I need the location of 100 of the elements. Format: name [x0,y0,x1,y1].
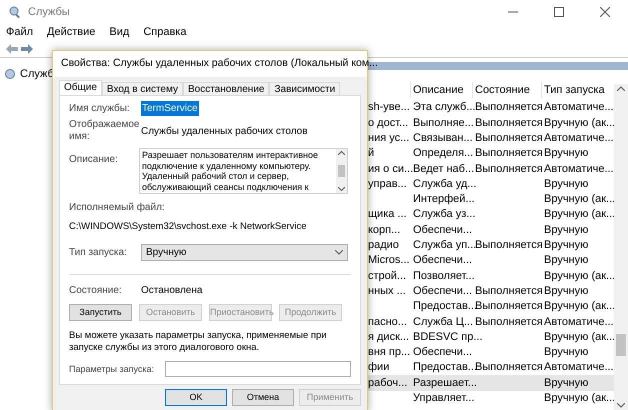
table-cell: BDESVC пр... [413,330,483,343]
menu-item[interactable]: Файл [6,24,34,40]
table-cell: Обеспечи... [413,284,472,297]
table-cell: Выполняется [475,147,543,160]
scroll-thumb[interactable] [616,334,626,356]
table-cell: Вручную (ак... [544,300,616,312]
table-cell: Выполняется [475,284,543,297]
scroll-down-icon[interactable] [338,187,345,191]
table-cell: корп... [368,224,400,236]
table-cell: Обеспечи... [413,224,472,236]
table-cell: Разрешает... [413,376,477,389]
column-header[interactable]: Описание [410,82,472,98]
field-label: Исполняемый файл: [69,201,166,215]
table-cell: Вручную [544,147,588,160]
dialog-title: Свойства: Службы удаленных рабочих столов (Локальный ком... [61,56,378,72]
table-cell: радио [368,239,399,252]
table-cell: Обеспечи... [413,346,472,358]
table-cell: Эта служб... [413,101,476,114]
table-cell: Вручную (ак... [544,270,616,282]
table-cell: Вручную [544,178,588,190]
table-cell: Выполняется [475,316,543,328]
dialog-tab[interactable]: Вход в систему [102,82,183,95]
services-icon [4,68,17,81]
table-cell: Служба Ц... [413,316,473,328]
column-header[interactable]: Тип запуска [541,82,611,98]
table-cell: Ведет наб... [413,162,474,175]
table-cell: о дост... [368,116,408,129]
table-cell: Предостав... [413,300,477,312]
table-cell: Автоматиче... [544,361,614,374]
field-label: Имя службы: [69,102,131,116]
table-cell: Автоматиче... [544,162,614,175]
table-cell: Вручную (ак... [544,392,616,404]
table-cell: Связыван... [413,132,473,144]
field-label: Тип запуска: [69,246,128,260]
table-cell: Обеспечи... [413,254,472,266]
dialog-button[interactable]: OK [165,389,227,406]
dialog-button[interactable]: Запустить [69,304,132,322]
table-cell: Micros... [368,254,410,266]
hint-text: Вы можете указать параметры запуска, применяемые при запуске службы из этого диалогового окна. [69,330,328,354]
table-cell: Выполняется [475,132,543,144]
menu-item[interactable]: Вид [109,24,130,40]
table-cell: Позволяет... [413,270,475,282]
display-name: Службы удаленных рабочих столов [141,125,308,139]
table-cell: Вручную (ак... [544,208,616,220]
menu-item[interactable]: Справка [143,24,186,40]
table-cell: Вручную (ак... [544,193,616,206]
chevron-down-icon [335,250,343,256]
table-cell: Вручную (ак... [544,330,616,343]
dialog-button[interactable]: Отмена [232,389,294,406]
table-cell: Служба уз... [413,208,476,220]
table-cell: Выполняется [475,162,543,175]
startup-type-dropdown[interactable]: Вручную [141,244,348,262]
table-cell: Определя... [413,147,474,160]
table-cell: Выполняется [475,101,543,114]
table-cell: я диск... [368,330,410,343]
table-cell: вня пр... [368,346,410,358]
table-cell: Вручную [544,254,588,266]
table-cell: Выполняе... [413,116,474,129]
table-cell: Вручную (ак... [544,116,616,129]
table-cell: управ... [368,178,407,190]
table-cell: Выполняется [475,361,543,374]
table-cell: Автоматиче... [544,316,614,328]
dialog-tab[interactable]: Восстановление [182,82,270,95]
field-label: Описание: [69,153,119,167]
description-box[interactable]: Разрешает пользователям интерактивное подключение к удаленному компьютеру. Удаленный рабочий стол и сервер, обслуживающий сеансы подключения к [139,148,348,194]
menu-item[interactable]: Действие [47,24,96,40]
scroll-up-icon[interactable] [338,151,345,155]
table-cell: Управляет... [413,392,474,404]
table-cell: Предостав... [413,361,477,374]
table-cell: sh-уве... [368,101,410,114]
scrollbar[interactable] [614,84,628,410]
service-name: TermService [141,100,199,116]
table-cell: щика ... [368,208,407,220]
dialog-tab[interactable]: Общие [59,80,102,95]
table-cell: Интерфей... [413,193,475,206]
table-cell: фии [368,361,390,374]
window-title: Службы [28,4,70,20]
description-text: Разрешает пользователям интерактивное подключение к удаленному компьютеру. Удаленный рабочий стол и сервер, обслуживающий сеансы подключения к [141,149,319,193]
table-cell: й [368,147,374,160]
table-cell: Выполняется [475,239,543,252]
table-cell: Служба уд... [413,178,476,190]
scroll-thumb[interactable] [338,165,345,177]
field-label: Отображаемое имя: [69,119,140,143]
parameters-field[interactable] [165,361,351,378]
dialog-tab[interactable]: Зависимости [269,82,340,95]
table-cell: Вручную [544,284,588,297]
table-cell: ния ус... [368,132,410,144]
column-header[interactable]: Состояние [472,82,541,98]
table-cell: Вручную [544,224,588,236]
forward-arrow-icon[interactable] [21,44,33,54]
table-cell: Вручную [544,376,588,389]
field-label: Состояние: [69,284,123,298]
scroll-up-icon[interactable] [617,86,625,91]
scroll-down-icon[interactable] [617,403,625,408]
table-cell: Автоматиче... [544,132,614,144]
field-label: Параметры запуска: [69,362,154,376]
table-cell: Выполняется [475,116,543,129]
table-cell: рабоч... [368,376,408,389]
table-cell: Служба уп... [413,239,476,252]
table-cell: Вручную [544,239,588,252]
